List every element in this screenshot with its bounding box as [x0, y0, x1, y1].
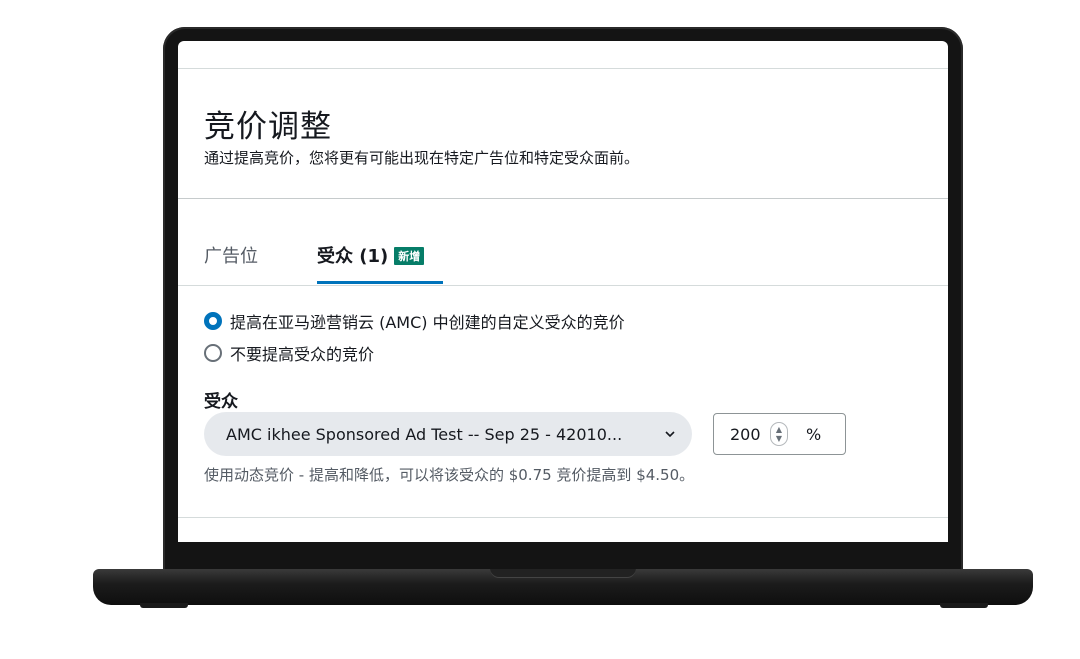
- header-divider: [178, 198, 948, 199]
- new-badge: 新增: [394, 247, 425, 265]
- radio-no-audience-increase[interactable]: 不要提高受众的竞价: [204, 341, 374, 365]
- audience-select-value: AMC ikhee Sponsored Ad Test -- Sep 25 - …: [226, 424, 623, 444]
- tab-audience-label: 受众 (1): [317, 246, 389, 267]
- active-tab-indicator: [317, 281, 443, 284]
- tab-placement-label: 广告位: [204, 246, 258, 267]
- radio-increase-amc-audience[interactable]: 提高在亚马逊营销云 (AMC) 中创建的自定义受众的竞价: [204, 309, 625, 333]
- stepper-icon[interactable]: ▲ ▼: [770, 422, 788, 446]
- bottom-divider: [178, 517, 948, 518]
- laptop-hinge-notch: [490, 569, 636, 578]
- percent-unit: %: [806, 424, 822, 444]
- radio-label: 提高在亚马逊营销云 (AMC) 中创建的自定义受众的竞价: [230, 313, 625, 332]
- page-subtitle: 通过提高竞价，您将更有可能出现在特定广告位和特定受众面前。: [204, 149, 640, 167]
- tab-placement[interactable]: 广告位: [204, 242, 258, 268]
- bid-helper-text: 使用动态竞价 - 提高和降低，可以将该受众的 $0.75 竞价提高到 $4.50…: [204, 466, 695, 484]
- laptop-screen: 竞价调整 通过提高竞价，您将更有可能出现在特定广告位和特定受众面前。 广告位 受…: [178, 41, 948, 542]
- page-title: 竞价调整: [204, 109, 332, 145]
- audience-field-label: 受众: [204, 392, 238, 412]
- tab-bar-divider: [178, 285, 948, 286]
- audience-select[interactable]: AMC ikhee Sponsored Ad Test -- Sep 25 - …: [204, 412, 692, 456]
- radio-selected-icon[interactable]: [204, 312, 222, 330]
- percent-input[interactable]: 200 ▲ ▼ %: [713, 413, 846, 455]
- laptop-foot-right: [940, 603, 988, 608]
- radio-label: 不要提高受众的竞价: [230, 345, 375, 364]
- tab-audience[interactable]: 受众 (1) 新增: [317, 242, 425, 268]
- chevron-down-icon: [665, 431, 675, 438]
- laptop-foot-left: [140, 603, 188, 608]
- top-divider: [178, 68, 948, 69]
- radio-unselected-icon[interactable]: [204, 344, 222, 362]
- percent-input-value[interactable]: 200: [730, 425, 770, 444]
